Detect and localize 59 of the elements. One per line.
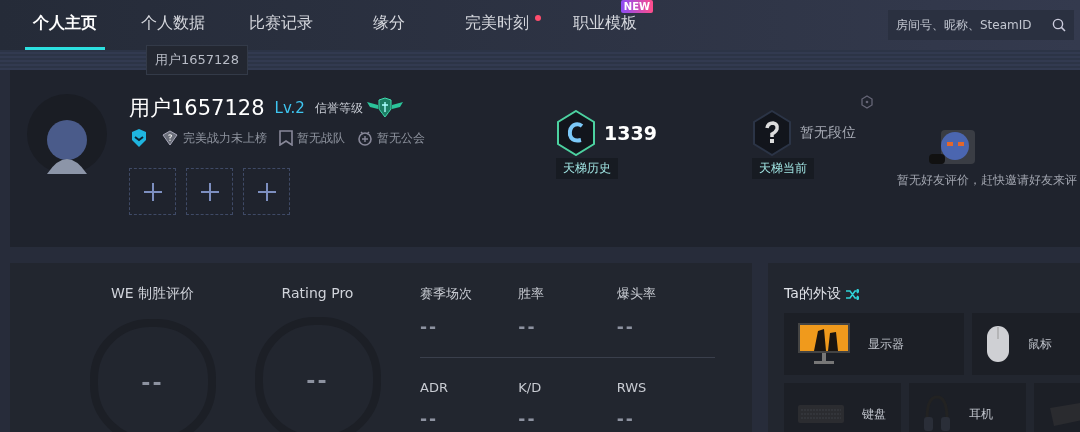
search-icon[interactable] [1052,18,1066,32]
hexagon-icon[interactable] [860,95,874,109]
gear-card[interactable]: 鼠标 [972,313,1080,375]
gear-card[interactable]: 耳机 [909,383,1026,432]
mouse-icon [986,325,1010,363]
guild-icon [357,130,373,146]
monitor-icon [798,323,850,365]
tooltip: 用户1657128 [146,45,248,75]
metric-value: -- [616,317,636,337]
tag-label: 完美战力未上榜 [183,129,267,147]
diamond-question-icon [161,130,179,146]
metric-value: -- [616,409,636,429]
metric-label: 爆头率 [616,285,657,303]
gear-title: Ta的外设 [784,285,841,303]
metric-label: 赛季场次 [420,285,473,303]
rank-hexagon-icon [556,110,596,156]
tag-label: 暂无公会 [377,129,425,147]
username: 用户1657128 [129,95,265,122]
rating-label: Rating Pro [281,285,354,301]
shuffle-icon[interactable] [845,288,859,300]
credit-label: 信誉等级 [314,99,363,117]
shield-badge-icon [129,128,149,148]
ladder-label: 天梯当前 [751,158,814,179]
metric-label: 胜率 [518,285,546,303]
ladder-value: 暂无段位 [799,124,856,142]
metric-label: K/D [518,380,543,395]
banner-icon [279,130,293,146]
tag-label: 暂无战队 [297,129,345,147]
metric-value: -- [420,409,440,429]
ladder-label: 天梯历史 [556,158,618,179]
level-label: Lv.2 [274,99,305,117]
plus-icon [257,182,276,201]
gear-card[interactable]: 键盘 [784,383,901,432]
rating-ring: -- [89,319,216,432]
unknown-rank-icon [751,110,792,156]
nav-tab[interactable]: 缘分 [365,0,413,50]
metric-value: -- [518,317,538,337]
metric-label: RWS [616,380,648,395]
gear-label: 键盘 [862,405,886,423]
metric-label: ADR [420,380,449,395]
friend-review-message: 暂无好友评价，赶快邀请好友来评 [897,172,1077,189]
rating-ring: -- [254,317,381,432]
gear-label: 鼠标 [1028,335,1052,353]
new-badge: NEW [620,0,653,13]
metric-value: -- [518,409,538,429]
search-field[interactable]: 房间号、昵称、SteamID [888,10,1074,40]
nav-tab[interactable]: 完美时刻 [457,0,537,50]
gear-card[interactable]: 显示器 [784,313,964,375]
add-slot-button[interactable] [243,168,290,215]
gear-label: 显示器 [868,335,904,353]
add-slot-button[interactable] [129,168,176,215]
metric-value: -- [420,317,440,337]
winged-shield-icon [366,97,403,119]
rating-label: WE 制胜评价 [110,285,195,303]
add-slot-button[interactable] [186,168,233,215]
gear-label: 耳机 [969,405,993,423]
plus-icon [143,182,162,201]
plus-icon [200,182,219,201]
ladder-value: 1339 [604,122,657,144]
